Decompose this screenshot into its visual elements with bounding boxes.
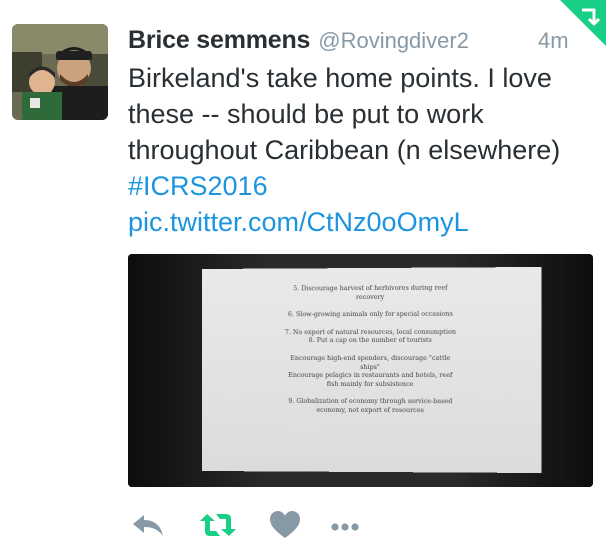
- retweet-button[interactable]: [198, 507, 238, 543]
- slide-line: fish mainly for subsistence: [326, 379, 414, 388]
- slide-line: ships": [360, 362, 380, 371]
- reply-icon: [133, 515, 163, 536]
- more-icon: [331, 523, 359, 531]
- tweet-text: Birkeland's take home points. I love the…: [128, 60, 598, 240]
- hashtag-link[interactable]: #ICRS2016: [128, 168, 598, 204]
- slide-line: Encourage high-end spenders, discourage …: [290, 353, 451, 363]
- like-button[interactable]: [268, 507, 308, 543]
- heart-icon: [270, 511, 300, 538]
- tweet-text-line: Birkeland's take home points. I love: [128, 63, 552, 93]
- reply-button[interactable]: [130, 507, 170, 543]
- presentation-slide: 5. Discourage harvest of herbivores duri…: [201, 266, 542, 474]
- retweet-icon: [200, 514, 236, 536]
- more-button[interactable]: [328, 507, 368, 543]
- slide-line: economy, not export of resources: [316, 405, 424, 415]
- author-handle[interactable]: @Rovingdiver2: [318, 28, 469, 53]
- tweet-header: Brice semmens @Rovingdiver2: [128, 26, 578, 60]
- slide-line: Encourage pelagics in restaurants and ho…: [288, 371, 453, 380]
- tweet-text-line: throughout Caribbean (n elsewhere): [128, 135, 561, 165]
- pic-link[interactable]: pic.twitter.com/CtNz0oOmyL: [128, 204, 598, 240]
- tweet-text-line: these -- should be put to work: [128, 99, 484, 129]
- author-display-name[interactable]: Brice semmens: [128, 26, 310, 54]
- slide-text: 5. Discourage harvest of herbivores duri…: [202, 283, 542, 415]
- avatar[interactable]: [12, 24, 108, 120]
- media-photo[interactable]: 5. Discourage harvest of herbivores duri…: [128, 254, 593, 487]
- tweet-timestamp[interactable]: 4m: [538, 28, 569, 54]
- tweet-card[interactable]: Brice semmens @Rovingdiver2 4m Birkeland'…: [0, 0, 606, 552]
